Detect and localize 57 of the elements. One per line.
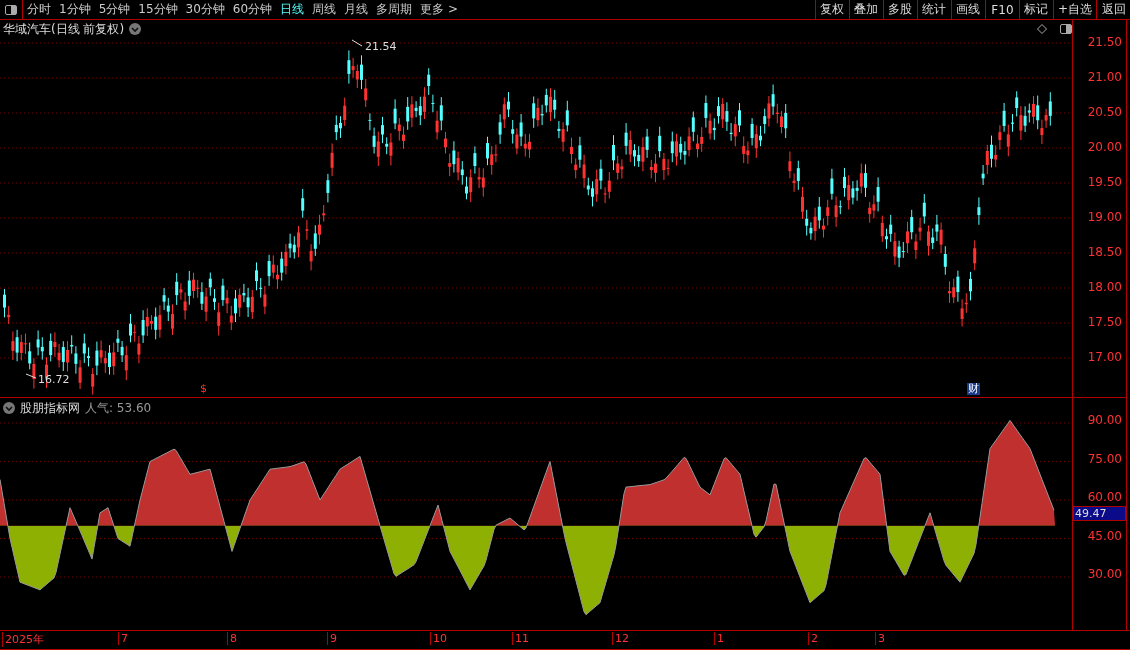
price-axis-label: 17.50 [1087, 315, 1122, 329]
event-marker[interactable]: 财 [967, 383, 980, 395]
indicator-axis-label: 30.00 [1087, 567, 1122, 581]
price-axis-label: 20.50 [1087, 105, 1122, 119]
dropdown-icon[interactable] [129, 23, 142, 35]
toolbar-button[interactable]: F10 [984, 0, 1019, 19]
diamond-icon[interactable] [1037, 24, 1047, 34]
high-price-label: 21.54 [351, 39, 397, 53]
date-axis-label: 2025年 [2, 632, 44, 647]
price-axis-label: 19.50 [1087, 175, 1122, 189]
date-axis-label: 1 [714, 632, 724, 645]
date-axis-label: 9 [327, 632, 337, 645]
period-tab[interactable]: 更多 > [416, 0, 462, 19]
price-axis-label: 19.00 [1087, 210, 1122, 224]
price-axis-label: 20.00 [1087, 140, 1122, 154]
toolbar-button[interactable]: 返回 [1096, 0, 1130, 19]
period-tab[interactable]: 分时 [23, 0, 55, 19]
period-tab[interactable]: 1分钟 [55, 0, 95, 19]
stock-title: 华域汽车(日线 前复权) [3, 20, 125, 38]
period-tab[interactable]: 周线 [308, 0, 341, 19]
period-tab[interactable]: 30分钟 [181, 0, 229, 19]
indicator-axis-label: 60.00 [1087, 490, 1122, 504]
period-tab[interactable]: 月线 [340, 0, 373, 19]
toolbar-button[interactable]: 多股 [882, 0, 917, 19]
panel-toggle-icon[interactable] [5, 4, 17, 15]
date-axis-label: 10 [430, 632, 447, 645]
toolbar-button[interactable]: 统计 [916, 0, 951, 19]
date-axis-label: 11 [512, 632, 529, 645]
indicator-axis-label: 75.00 [1087, 451, 1122, 466]
indicator-axis-label: 45.00 [1087, 528, 1122, 543]
indicator-axis-label: 90.00 [1087, 413, 1122, 427]
period-tab[interactable]: 多周期 [372, 0, 417, 19]
panel-toggle-icon[interactable] [1060, 24, 1072, 34]
dropdown-icon[interactable] [3, 402, 15, 414]
indicator-title: 股朋指标网 [20, 399, 80, 417]
toolbar-button[interactable]: 复权 [814, 0, 849, 19]
period-tab[interactable]: 60分钟 [228, 0, 277, 19]
toolbar-button[interactable]: +自选 [1052, 0, 1096, 19]
event-marker[interactable]: $ [200, 383, 207, 395]
indicator-reading: 人气: 53.60 [85, 399, 152, 417]
toolbar-button[interactable]: 画线 [950, 0, 985, 19]
date-axis-label: 8 [227, 632, 237, 645]
toolbar-button[interactable]: 叠加 [848, 0, 883, 19]
price-axis-label: 18.50 [1087, 245, 1122, 259]
period-tab[interactable]: 日线 [276, 0, 309, 19]
price-axis-label: 17.00 [1087, 350, 1122, 364]
price-axis-label: 18.00 [1087, 280, 1122, 294]
price-axis-label: 21.00 [1087, 70, 1122, 84]
date-axis-label: 3 [875, 632, 885, 645]
current-value-label: 49.47 [1073, 506, 1126, 521]
price-axis-label: 21.50 [1087, 35, 1122, 49]
toolbar-button[interactable]: 标记 [1018, 0, 1053, 19]
period-tab[interactable]: 5分钟 [94, 0, 135, 19]
date-axis-label: 12 [612, 632, 629, 645]
period-tab[interactable]: 15分钟 [134, 0, 182, 19]
date-axis-label: 7 [118, 632, 128, 645]
date-axis-label: 2 [808, 632, 818, 645]
